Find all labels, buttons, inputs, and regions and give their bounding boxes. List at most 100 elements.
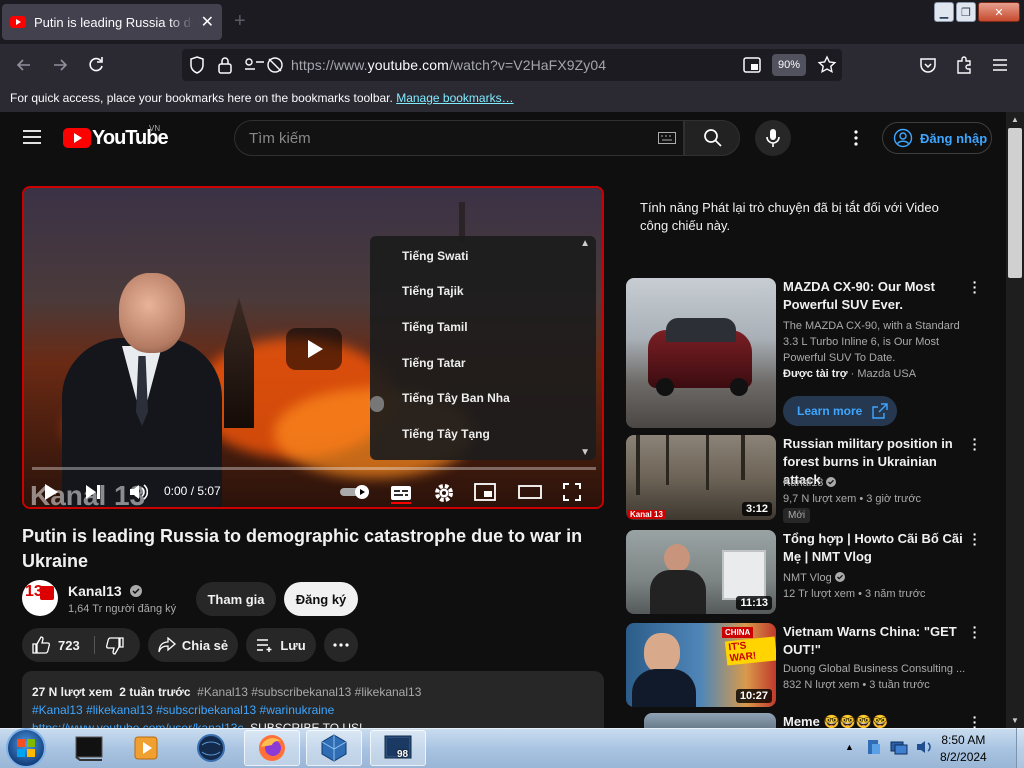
theater-mode-icon[interactable] (518, 482, 542, 502)
menu-scroll-up-icon[interactable]: ▲ (580, 238, 590, 249)
join-button[interactable]: Tham gia (196, 582, 276, 616)
volume-icon[interactable] (128, 482, 148, 502)
more-actions-button[interactable] (324, 628, 358, 662)
hashtag[interactable]: #subscribekanal13 (251, 685, 351, 699)
hashtag[interactable]: #Kanal13 (197, 685, 248, 699)
sponsored-card[interactable]: MAZDA CX-90: Our Most Powerful SUV Ever.… (626, 275, 1001, 430)
url-text[interactable]: https://www.youtube.com/watch?v=V2HaFX9Z… (291, 57, 606, 73)
menu-scroll-down-icon[interactable]: ▼ (580, 447, 590, 458)
permissions-icon[interactable] (244, 55, 284, 75)
picture-in-picture-icon[interactable] (742, 55, 762, 75)
subtitles-icon[interactable] (390, 482, 412, 504)
pocket-icon[interactable] (918, 55, 938, 75)
video-options-icon[interactable]: · · · (972, 713, 978, 728)
video-player[interactable]: Kanal 13 0:00 / 5:07 ▲ Tiếng Swati Tiếng… (22, 186, 604, 509)
taskbar-globe-app[interactable] (184, 730, 240, 766)
subscribe-button[interactable]: Đăng ký (284, 582, 358, 616)
taskbar-terminal-app[interactable] (62, 730, 118, 766)
channel-name[interactable]: Kanal13 (68, 583, 142, 599)
bookmark-star-icon[interactable] (817, 55, 837, 75)
next-icon[interactable] (84, 482, 102, 502)
hashtag[interactable]: #subscribekanal13 (156, 703, 256, 717)
restore-button[interactable]: ❐ (956, 2, 976, 22)
progress-bar[interactable] (32, 467, 596, 470)
network-icon[interactable] (890, 739, 908, 755)
start-button[interactable] (6, 728, 46, 768)
hashtag[interactable]: #Kanal13 (32, 703, 83, 717)
large-play-button[interactable] (286, 328, 342, 370)
channel-line[interactable]: NMT Vlog (783, 570, 845, 586)
video-thumbnail[interactable] (644, 713, 776, 728)
keyboard-icon[interactable] (658, 132, 676, 144)
share-button[interactable]: Chia sẻ (148, 628, 238, 662)
hashtag[interactable]: #likekanal13 (86, 703, 153, 717)
taskbar-vm-window[interactable]: 98 (370, 730, 426, 766)
search-button[interactable] (684, 120, 740, 156)
scroll-up-arrow-icon[interactable]: ▲ (1011, 115, 1019, 124)
taskbar-media-player-app[interactable] (120, 730, 176, 766)
related-video-card[interactable]: Meme 🤓🤓🤓🤓 · · · (626, 713, 1001, 728)
like-icon[interactable] (32, 636, 50, 654)
zoom-level[interactable]: 90% (772, 54, 806, 76)
tray-app-icon[interactable] (866, 739, 882, 755)
forward-icon[interactable] (50, 55, 70, 75)
hashtag[interactable]: #warinukraine (260, 703, 335, 717)
channel-line[interactable]: Kanal13 (783, 475, 837, 491)
settings-kebab-icon[interactable] (853, 130, 859, 146)
video-channel[interactable]: Duong Global Business Consulting ... (783, 661, 965, 677)
taskbar-virtualbox-app[interactable] (306, 730, 362, 766)
fullscreen-icon[interactable] (562, 482, 582, 502)
language-option[interactable]: Tiếng Swati (370, 238, 596, 274)
menu-scroll-thumb[interactable] (370, 396, 384, 412)
ad-thumbnail[interactable] (626, 278, 776, 428)
back-icon[interactable] (14, 55, 34, 75)
tracking-protection-icon[interactable] (188, 55, 206, 75)
language-option[interactable]: Tiếng Tây Tạng (370, 416, 596, 452)
ad-options-icon[interactable]: · · · (972, 275, 978, 299)
lock-icon[interactable] (216, 55, 234, 75)
hashtag[interactable]: #likekanal13 (355, 685, 422, 699)
video-thumbnail[interactable]: 11:13 (626, 530, 776, 614)
minimize-button[interactable]: ▁ (934, 2, 954, 22)
close-window-button[interactable]: ✕ (978, 2, 1020, 22)
language-option[interactable]: Tiếng Tatar (370, 345, 596, 381)
manage-bookmarks-link[interactable]: Manage bookmarks… (396, 91, 513, 105)
show-desktop-button[interactable] (1016, 728, 1024, 768)
ad-title[interactable]: MAZDA CX-90: Our Most Powerful SUV Ever. (783, 278, 973, 314)
video-options-icon[interactable]: · · · (972, 432, 978, 456)
taskbar-firefox-app[interactable] (244, 730, 300, 766)
guide-menu-icon[interactable] (22, 128, 42, 146)
scroll-down-arrow-icon[interactable]: ▼ (1011, 716, 1019, 725)
video-options-icon[interactable]: · · · (972, 620, 978, 644)
miniplayer-icon[interactable] (474, 482, 496, 502)
video-title-link[interactable]: Tổng hợp | Howto Cãi Bố Cãi Mẹ | NMT Vlo… (783, 530, 973, 566)
system-clock[interactable]: 8:50 AM 8/2/2024 (940, 732, 987, 766)
sign-in-button[interactable]: Đăng nhập (882, 122, 992, 154)
video-options-icon[interactable]: · · · (972, 527, 978, 551)
channel-avatar[interactable]: 13 (22, 580, 58, 616)
page-scrollbar[interactable]: ▲ ▼ (1006, 112, 1024, 728)
language-option[interactable]: Tiếng Tamil (370, 309, 596, 345)
volume-tray-icon[interactable] (916, 739, 934, 755)
voice-search-button[interactable] (755, 120, 791, 156)
autoplay-toggle-icon[interactable] (340, 484, 372, 500)
dislike-icon[interactable] (106, 637, 124, 655)
learn-more-button[interactable]: Learn more (783, 396, 897, 426)
browser-tab-active[interactable]: Putin is leading Russia to demographic c… (2, 4, 222, 40)
video-title-link[interactable]: Meme 🤓🤓🤓🤓 (783, 713, 973, 728)
new-tab-icon[interactable]: + (234, 10, 246, 33)
play-icon[interactable] (42, 482, 60, 502)
app-menu-icon[interactable] (990, 55, 1010, 75)
language-option[interactable]: Tiếng Tajik (370, 274, 596, 310)
related-video-card[interactable]: CHINA IT'S WAR! 10:27 Vietnam Warns Chin… (626, 620, 1001, 709)
settings-gear-icon[interactable] (433, 482, 455, 504)
scroll-thumb[interactable] (1008, 128, 1022, 278)
video-thumbnail[interactable]: Kanal 13 3:12 (626, 435, 776, 520)
youtube-logo-icon[interactable] (63, 128, 91, 148)
subtitle-language-menu[interactable]: ▲ Tiếng Swati Tiếng Tajik Tiếng Tamil Ti… (370, 236, 596, 460)
video-thumbnail[interactable]: CHINA IT'S WAR! 10:27 (626, 623, 776, 707)
save-button[interactable]: Lưu (246, 628, 316, 662)
related-video-card[interactable]: 11:13 Tổng hợp | Howto Cãi Bố Cãi Mẹ | N… (626, 527, 1001, 616)
video-title-link[interactable]: Vietnam Warns China: "GET OUT!" (783, 623, 973, 659)
reload-icon[interactable] (86, 55, 106, 75)
